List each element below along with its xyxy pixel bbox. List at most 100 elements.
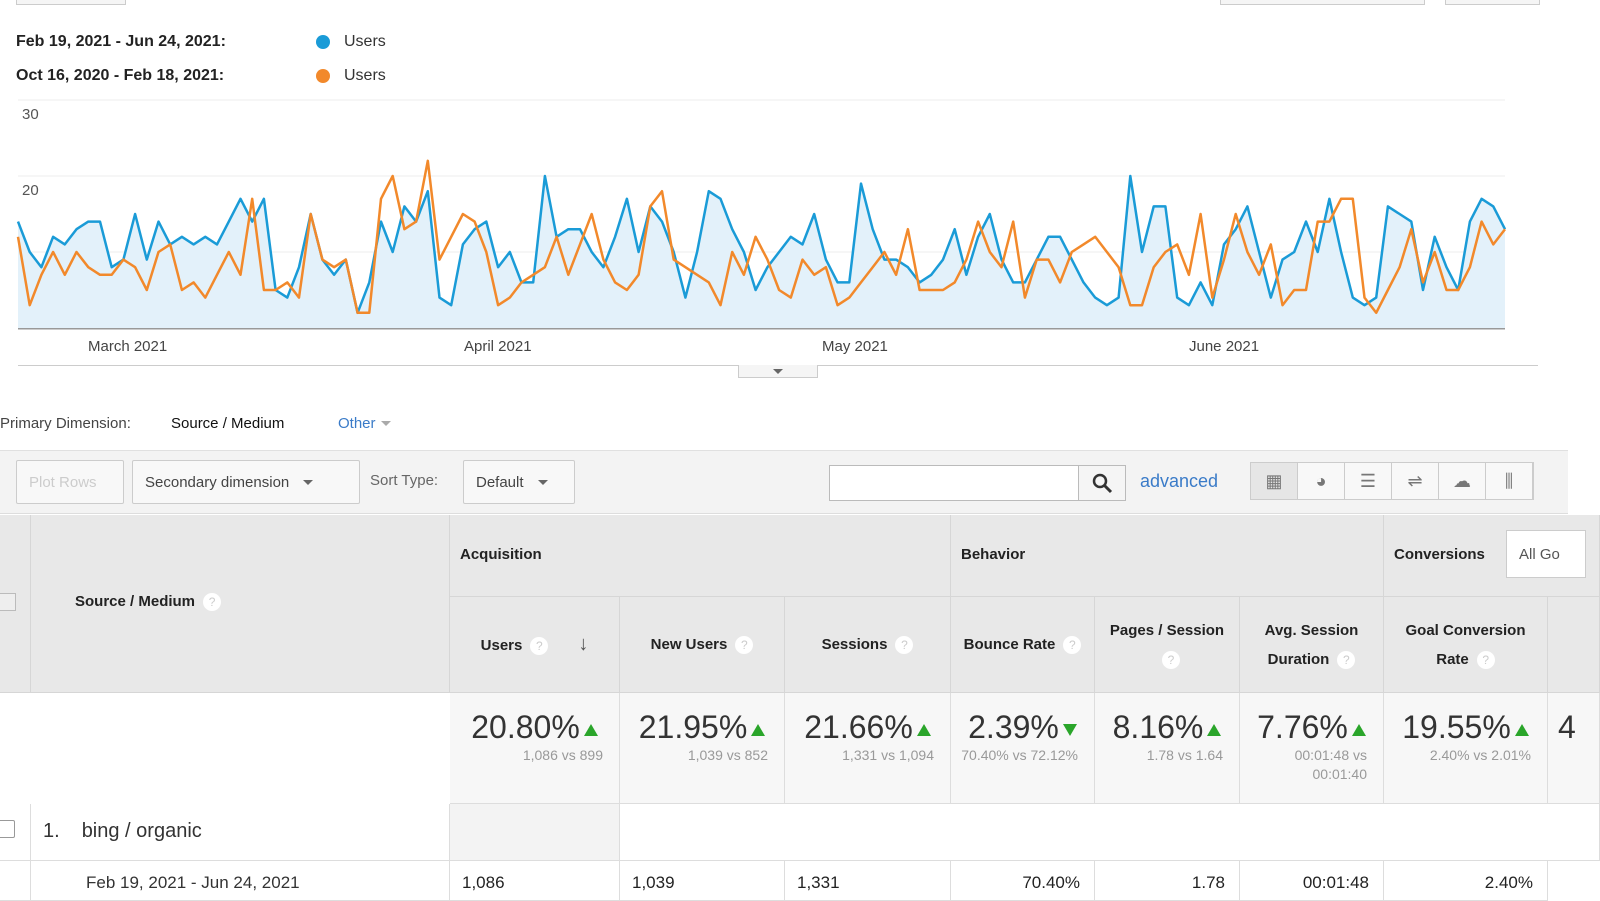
total-change: 2.39%	[968, 709, 1059, 745]
total-sessions: 21.66% 1,331 vs 1,094	[785, 693, 951, 804]
plot-rows-button[interactable]: Plot Rows	[16, 460, 124, 504]
column-header-new-users[interactable]: New Users?	[620, 597, 785, 693]
arrow-up-icon	[916, 723, 931, 736]
sort-type-label: Sort Type:	[370, 472, 439, 489]
secondary-dimension-label: Secondary dimension	[145, 473, 290, 491]
column-header-label: Sessions	[821, 636, 888, 653]
users-line-chart: 102030	[16, 99, 1507, 330]
arrow-up-icon	[583, 723, 598, 736]
performance-view-icon[interactable]: ☰	[1345, 463, 1392, 499]
help-icon[interactable]: ?	[735, 636, 754, 655]
primary-dimension-label: Primary Dimension:	[0, 415, 131, 432]
term-cloud-icon[interactable]: ☁	[1439, 463, 1486, 499]
arrow-down-icon	[1062, 723, 1077, 736]
sub-row-new-users: 1,039	[620, 861, 785, 901]
chevron-down-icon	[537, 479, 548, 485]
view-toggle[interactable]	[1220, 0, 1425, 5]
column-header-label: New Users	[650, 636, 728, 653]
help-icon[interactable]: ?	[1063, 636, 1082, 655]
y-tick-label: 30	[22, 106, 39, 123]
primary-dimension-value[interactable]: Source / Medium	[171, 415, 284, 432]
group-acquisition: Acquisition	[450, 515, 951, 597]
row-source-medium[interactable]: bing / organic	[82, 820, 202, 842]
dimension-header-label: Source / Medium	[75, 593, 196, 610]
column-header-label: Users	[480, 636, 523, 654]
arrow-up-icon	[1514, 723, 1529, 736]
sort-type-dropdown[interactable]: Default	[463, 460, 575, 504]
pivot-view-icon[interactable]: ⫼	[1486, 463, 1533, 499]
secondary-dimension-dropdown[interactable]: Secondary dimension	[132, 460, 360, 504]
column-header-goal-conversion-rate[interactable]: Goal Conversion Rate?	[1384, 597, 1548, 693]
total-change: 19.55%	[1402, 709, 1511, 745]
advanced-filter-link[interactable]: advanced	[1140, 471, 1218, 492]
total-change: 8.16%	[1112, 709, 1204, 745]
help-icon[interactable]: ?	[530, 636, 549, 655]
legend-metric-current: Users	[344, 33, 386, 50]
sort-type-value: Default	[476, 473, 524, 491]
sub-row-users: 1,086	[450, 861, 620, 901]
group-behavior: Behavior	[951, 515, 1384, 597]
table-row: 1. bing / organic	[31, 804, 450, 861]
select-all-checkbox[interactable]	[0, 593, 16, 611]
total-compare: 70.40% vs 72.12%	[961, 747, 1078, 763]
total-users: 20.80% 1,086 vs 899	[450, 693, 620, 804]
column-header-sessions[interactable]: Sessions?	[785, 597, 951, 693]
sub-row-period: Feb 19, 2021 - Jun 24, 2021	[31, 861, 450, 901]
sub-row-bounce-rate: 70.40%	[951, 861, 1095, 901]
column-header-pages-per-session[interactable]: Pages / Session?	[1095, 597, 1240, 693]
column-header-users[interactable]: Users? ↓	[450, 597, 620, 693]
legend-dot-current	[316, 35, 330, 49]
sub-row-sessions: 1,331	[785, 861, 951, 901]
legend-current-range: Feb 19, 2021 - Jun 24, 2021:	[16, 33, 226, 50]
row-empty-cells	[620, 804, 1600, 861]
total-bounce-rate: 2.39% 70.40% vs 72.12%	[951, 693, 1095, 804]
row-checkbox[interactable]	[0, 820, 15, 838]
other-link[interactable]: Other	[338, 415, 376, 432]
column-header-more	[1548, 597, 1600, 693]
table-toolbar: Plot Rows Secondary dimension Sort Type:…	[0, 450, 1568, 514]
top-button[interactable]	[16, 0, 126, 5]
help-icon[interactable]: ?	[895, 636, 914, 655]
total-new-users: 21.95% 1,039 vs 852	[620, 693, 785, 804]
sub-row-avg-session-duration: 00:01:48	[1240, 861, 1384, 901]
collapse-chart-handle[interactable]	[738, 365, 818, 378]
total-pages-per-session: 8.16% 1.78 vs 1.64	[1095, 693, 1240, 804]
total-compare: 2.40% vs 2.01%	[1429, 747, 1531, 763]
total-change: 21.95%	[638, 709, 748, 745]
total-avg-session-duration: 7.76% 00:01:48 vs 00:01:40	[1240, 693, 1384, 804]
total-change: 7.76%	[1257, 709, 1348, 745]
x-tick-label: April 2021	[464, 338, 532, 355]
sort-desc-icon[interactable]: ↓	[578, 633, 588, 655]
sub-row-goal-conversion-rate: 2.40%	[1384, 861, 1548, 901]
search-button[interactable]	[1078, 465, 1126, 501]
help-icon[interactable]: ?	[1162, 650, 1180, 669]
group-conversions-label: Conversions	[1394, 546, 1485, 563]
row-sorted-cell	[450, 804, 620, 861]
comparison-view-icon[interactable]: ⇌	[1392, 463, 1439, 499]
help-icon[interactable]: ?	[1476, 650, 1495, 669]
legend-previous-range: Oct 16, 2020 - Feb 18, 2021:	[16, 67, 225, 84]
arrow-up-icon	[1351, 723, 1366, 736]
column-header-avg-session-duration[interactable]: Avg. Session Duration?	[1240, 597, 1384, 693]
arrow-up-icon	[751, 723, 766, 736]
dimension-header[interactable]: Source / Medium?	[31, 515, 450, 693]
legend-metric-previous: Users	[344, 67, 386, 84]
help-icon[interactable]: ?	[203, 593, 222, 612]
pie-view-icon[interactable]: ◕	[1298, 463, 1345, 499]
total-change: 21.66%	[804, 709, 913, 745]
total-compare: 1.78 vs 1.64	[1146, 747, 1223, 763]
top-button-right[interactable]	[1445, 0, 1540, 5]
table-search-input[interactable]	[829, 465, 1079, 501]
sub-row-pages-per-session: 1.78	[1095, 861, 1240, 901]
goal-select-dropdown[interactable]: All Go	[1506, 530, 1586, 578]
help-icon[interactable]: ?	[1337, 650, 1356, 669]
legend-dot-previous	[316, 69, 330, 83]
primary-dimension-other[interactable]: Other	[338, 415, 391, 432]
total-goal-conversion-rate: 19.55% 2.40% vs 2.01%	[1384, 693, 1548, 804]
chevron-down-icon	[303, 479, 314, 485]
chevron-down-icon	[380, 421, 391, 426]
total-compare: 1,039 vs 852	[687, 747, 768, 763]
table-view-icon[interactable]: ▦	[1251, 463, 1298, 499]
total-more: 4	[1548, 693, 1600, 804]
column-header-bounce-rate[interactable]: Bounce Rate?	[951, 597, 1095, 693]
